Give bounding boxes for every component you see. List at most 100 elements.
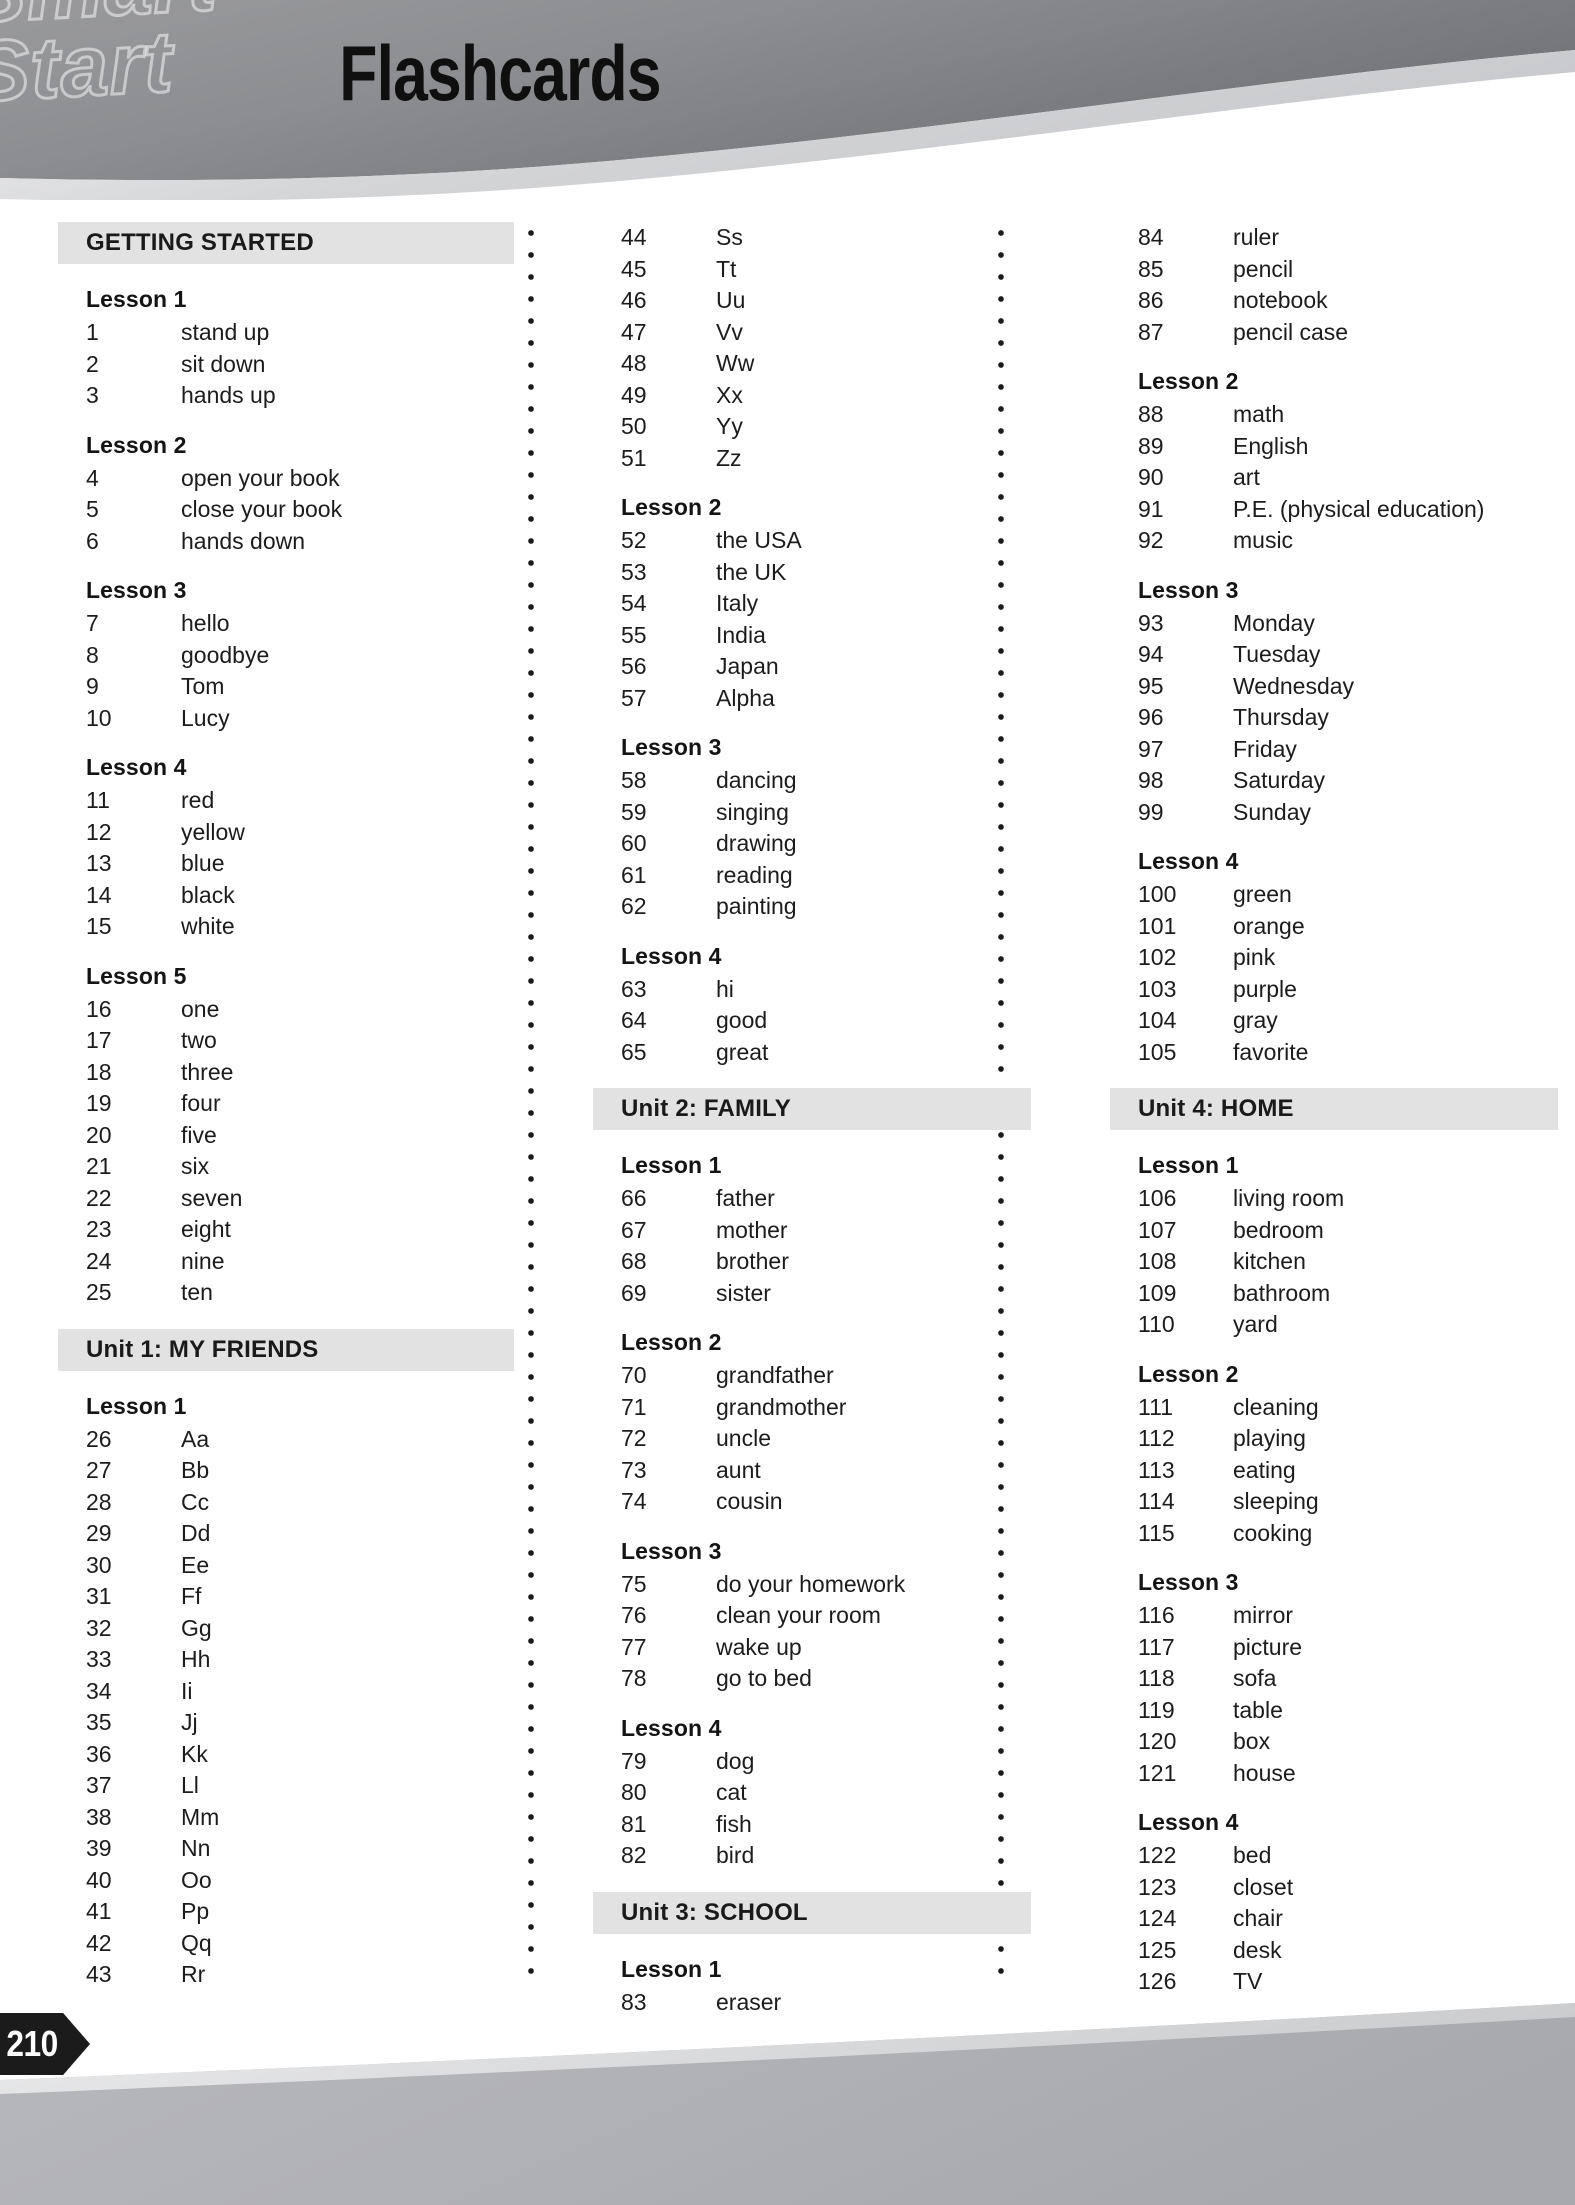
flashcard-number: 94 [1138, 641, 1164, 667]
flashcard-term: close your book [181, 496, 343, 522]
flashcard-number: 69 [621, 1279, 647, 1306]
flashcard-term: Italy [716, 590, 759, 616]
flashcard-number: 116 [1138, 1602, 1175, 1628]
flashcard-row: 104 gray [1138, 1005, 1575, 1037]
flashcard-row: 120 box [1138, 1726, 1575, 1758]
lesson-title: Lesson 5 [86, 962, 187, 989]
flashcard-number: 28 [86, 1488, 112, 1515]
flashcard-term: Uu [716, 287, 746, 313]
flashcard-number: 124 [1138, 1905, 1177, 1931]
flashcard-term: Thursday [1233, 704, 1329, 730]
flashcard-term: closet [1233, 1873, 1294, 1900]
flashcard-row: 110 yard [1138, 1309, 1575, 1341]
flashcard-number: 61 [621, 861, 647, 888]
flashcard-number: 39 [86, 1835, 112, 1861]
flashcard-number: 81 [621, 1810, 647, 1837]
lesson-title: Lesson 1 [86, 1392, 187, 1419]
flashcard-number: 75 [621, 1570, 647, 1597]
flashcard-term: three [181, 1058, 234, 1085]
flashcard-term: notebook [1233, 287, 1328, 313]
flashcard-number: 109 [1138, 1279, 1177, 1306]
flashcard-row: 51 Zz [621, 443, 1058, 475]
flashcard-term: cleaning [1233, 1393, 1319, 1420]
flashcard-row: 4 open your book [86, 463, 523, 495]
flashcard-number: 84 [1138, 224, 1164, 250]
flashcard-number: 122 [1138, 1842, 1177, 1868]
flashcard-term: go to bed [716, 1665, 812, 1691]
lesson-group: Lesson 3 116 mirror 117 picture 118 sofa 11… [1110, 1569, 1575, 1789]
flashcard-number: 54 [621, 590, 647, 616]
flashcard-row: 74 cousin [621, 1486, 1058, 1518]
flashcard-term: hands up [181, 382, 276, 408]
flashcard-row: 73 aunt [621, 1455, 1058, 1487]
flashcard-row: 115 cooking [1138, 1518, 1575, 1550]
flashcard-number: 22 [86, 1184, 112, 1211]
flashcard-row: 3 hands up [86, 380, 523, 412]
flashcard-term: two [181, 1027, 217, 1053]
flashcard-term: Sunday [1233, 798, 1312, 825]
flashcard-row: 113 eating [1138, 1455, 1575, 1487]
flashcard-row: 111 cleaning [1138, 1392, 1575, 1424]
flashcard-term: music [1233, 527, 1294, 553]
flashcard-row: 67 mother [621, 1215, 1058, 1247]
flashcard-number: 99 [1138, 798, 1164, 825]
flashcard-term: Alpha [716, 684, 775, 711]
flashcard-term: seven [181, 1184, 243, 1211]
flashcard-term: dog [716, 1747, 755, 1774]
lesson-group: Lesson 4 79 dog 80 cat 81 fish 82 bird [593, 1715, 1058, 1872]
flashcard-number: 42 [86, 1929, 112, 1956]
flashcard-number: 51 [621, 444, 647, 471]
lesson-group: Lesson 1 26 Aa 27 Bb 28 Cc 29 Dd 30 Ee 31 Ff 3… [58, 1393, 523, 1991]
flashcard-term: ten [181, 1279, 213, 1305]
flashcard-term: reading [716, 861, 793, 888]
flashcard-term: favorite [1233, 1038, 1309, 1065]
flashcard-number: 110 [1138, 1311, 1175, 1337]
flashcard-term: hello [181, 610, 230, 636]
column-divider-1 [527, 222, 535, 1977]
lesson-title: Lesson 2 [621, 1329, 722, 1355]
flashcard-row: 30 Ee [86, 1550, 523, 1582]
lesson-group: Lesson 1 106 living room 107 bedroom 108 ki… [1110, 1152, 1575, 1341]
flashcard-row: 21 six [86, 1151, 523, 1183]
flashcard-number: 71 [621, 1393, 647, 1420]
flashcard-row: 48 Ww [621, 348, 1058, 380]
flashcard-row: 81 fish [621, 1809, 1058, 1841]
flashcard-term: Monday [1233, 609, 1315, 636]
flashcard-row: 91 P.E. (physical education) [1138, 494, 1575, 526]
lesson-title: Lesson 3 [86, 577, 187, 603]
flashcard-number: 6 [86, 527, 99, 554]
flashcard-term: white [181, 913, 235, 939]
flashcard-term: Ll [181, 1772, 199, 1798]
flashcard-number: 36 [86, 1740, 112, 1767]
page-number: 210 [6, 2023, 58, 2064]
flashcard-term: hi [716, 975, 734, 1002]
flashcard-row: 57 Alpha [621, 683, 1058, 715]
lesson-title: Lesson 2 [1138, 1360, 1239, 1387]
flashcard-row: 24 nine [86, 1246, 523, 1278]
flashcard-term: drawing [716, 830, 797, 856]
flashcard-row: 96 Thursday [1138, 702, 1575, 734]
lesson-title: Lesson 3 [1138, 576, 1239, 603]
flashcard-number: 96 [1138, 704, 1164, 730]
flashcard-row: 108 kitchen [1138, 1246, 1575, 1278]
flashcard-row: 107 bedroom [1138, 1215, 1575, 1247]
flashcard-term: Wednesday [1233, 672, 1355, 699]
flashcard-row: 125 desk [1138, 1935, 1575, 1967]
flashcard-number: 63 [621, 975, 647, 1002]
lesson-title: Lesson 2 [621, 494, 722, 520]
flashcard-number: 40 [86, 1866, 112, 1893]
flashcard-row: 80 cat [621, 1777, 1058, 1809]
flashcard-term: Dd [181, 1520, 211, 1546]
flashcard-row: 8 goodbye [86, 640, 523, 672]
flashcard-row: 78 go to bed [621, 1663, 1058, 1695]
flashcard-number: 85 [1138, 255, 1164, 282]
flashcard-row: 7 hello [86, 608, 523, 640]
flashcard-number: 11 [86, 787, 110, 813]
section-header-unit-2: Unit 2: FAMILY [593, 1088, 1031, 1130]
flashcard-row: 103 purple [1138, 974, 1575, 1006]
flashcard-term: Tom [181, 673, 225, 699]
lesson-title: Lesson 2 [1138, 368, 1239, 394]
flashcard-number: 15 [86, 913, 112, 939]
flashcard-number: 53 [621, 558, 647, 585]
lesson-group: Lesson 1 66 father 67 mother 68 brother 69 s… [593, 1152, 1058, 1309]
